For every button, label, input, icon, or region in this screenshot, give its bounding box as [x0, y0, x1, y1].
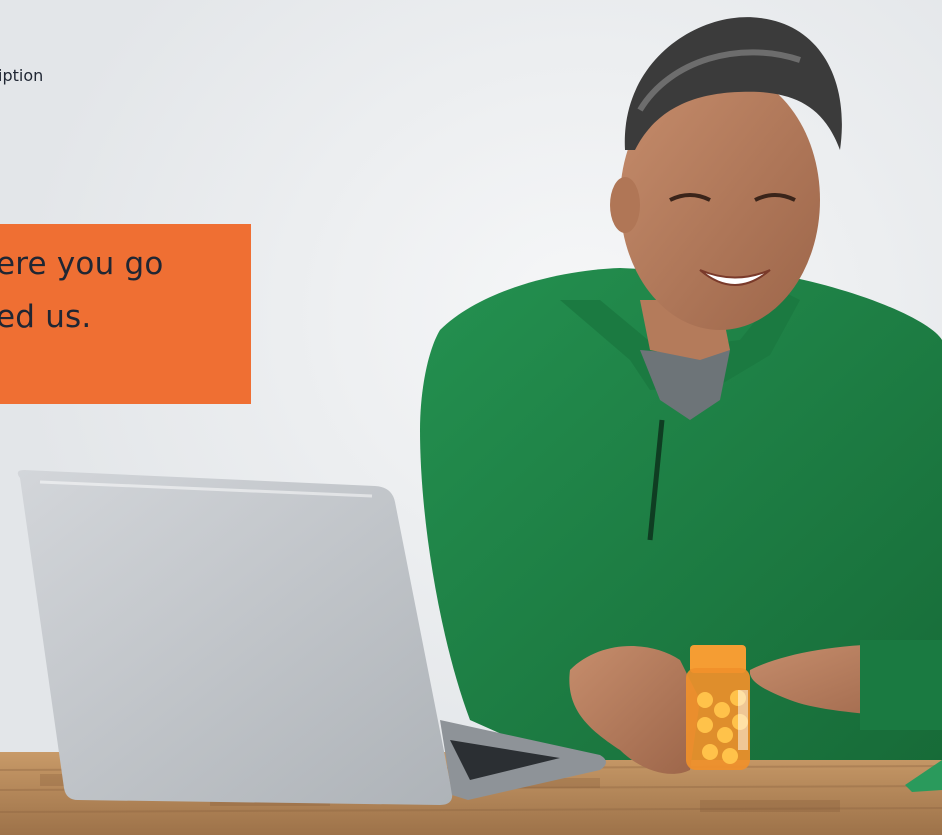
promo-headline-line-2: ed us. [0, 299, 92, 335]
promo-headline-line-1: ere you go [0, 246, 164, 282]
laptop-lid [17, 470, 453, 805]
hero-photo [0, 0, 942, 835]
pill-bottle [686, 645, 750, 770]
eyebrow-text: iption [0, 66, 44, 85]
